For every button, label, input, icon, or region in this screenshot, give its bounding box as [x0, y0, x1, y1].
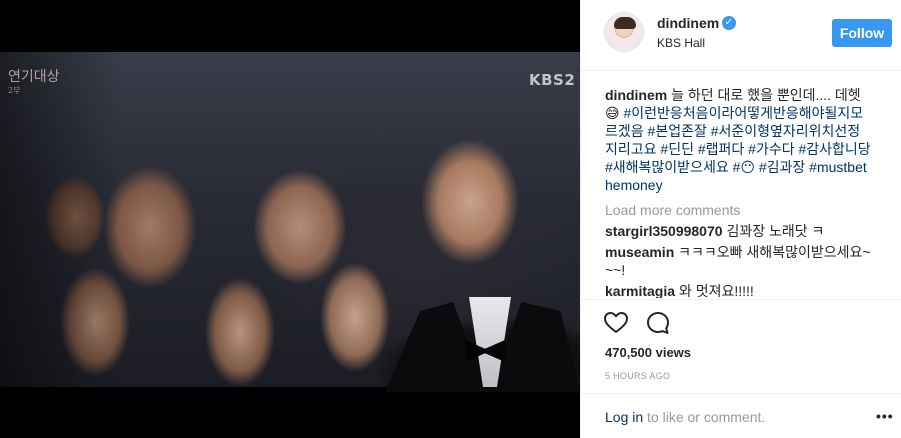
post-header: dindinem ✓ KBS Hall Follow — [581, 0, 901, 71]
location-link[interactable]: KBS Hall — [657, 36, 705, 50]
caption-username[interactable]: dindinem — [605, 87, 667, 103]
caption-hashtags[interactable]: #이런반응처음이라어떻게반응해야될지모르겠음 #본업존잘 #서준이형옆자리위치선… — [605, 105, 871, 193]
post-media[interactable]: 연기대상 2부 KBS2 — [0, 0, 580, 438]
heart-icon[interactable] — [603, 310, 629, 336]
comments-list[interactable]: dindinem 늘 하던 대로 했을 뿐인데.... 데헷😅 #이런반응처음이… — [605, 86, 873, 298]
verified-badge-icon: ✓ — [722, 16, 736, 30]
avatar[interactable] — [604, 12, 644, 52]
comment-text: 김꽈장 노래닷 ㅋ — [726, 223, 825, 239]
post-timestamp[interactable]: 5 HOURS AGO — [605, 371, 670, 381]
comment-text: 와 멋져요!!!!! — [678, 283, 754, 298]
post-sidebar: dindinem ✓ KBS Hall Follow dindinem 늘 하던… — [580, 0, 901, 438]
more-options-icon[interactable]: ••• — [876, 408, 893, 424]
login-prompt-text: to like or comment. — [643, 409, 766, 425]
views-count[interactable]: 470,500 views — [605, 345, 691, 360]
comment-username[interactable]: museamin — [605, 244, 674, 260]
comment-username[interactable]: stargirl350998070 — [605, 223, 723, 239]
comment-item: karmitagia 와 멋져요!!!!! — [605, 282, 873, 298]
video-frame[interactable] — [0, 52, 580, 392]
login-prompt: Log in to like or comment. — [605, 409, 765, 425]
award-logo: 연기대상 2부 — [8, 70, 60, 98]
header-username[interactable]: dindinem — [657, 15, 719, 31]
award-logo-text: 연기대상 — [8, 69, 60, 85]
follow-button[interactable]: Follow — [832, 19, 892, 47]
login-link[interactable]: Log in — [605, 409, 643, 425]
award-logo-sub: 2부 — [8, 86, 21, 95]
comment-item: stargirl350998070 김꽈장 노래닷 ㅋ — [605, 222, 873, 240]
caption: dindinem 늘 하던 대로 했을 뿐인데.... 데헷😅 #이런반응처음이… — [605, 86, 873, 194]
divider — [581, 299, 901, 300]
comment-item: museamin ㅋㅋㅋ오빠 새해복많이받으세요~~~! — [605, 243, 873, 279]
comment-icon[interactable] — [645, 310, 671, 336]
comment-username[interactable]: karmitagia — [605, 283, 675, 298]
load-more-comments-link[interactable]: Load more comments — [605, 201, 873, 219]
channel-logo: KBS2 — [529, 71, 576, 89]
divider — [581, 393, 901, 394]
